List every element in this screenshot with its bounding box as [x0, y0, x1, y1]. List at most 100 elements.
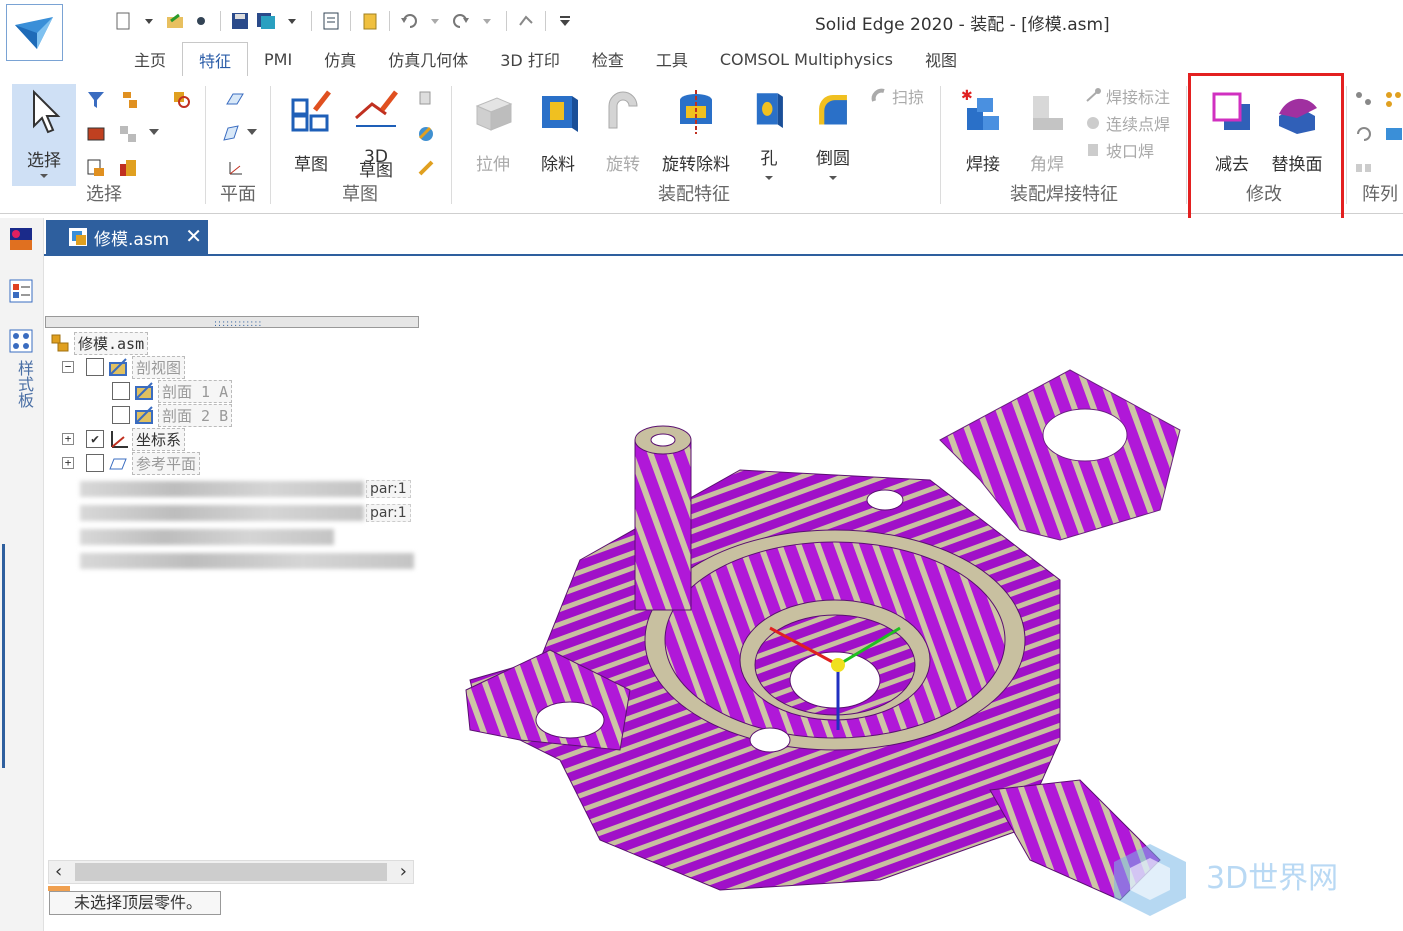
- tab-view[interactable]: 视图: [909, 42, 973, 76]
- tree-part-row[interactable]: par:1: [80, 503, 411, 523]
- coincident-plane-icon[interactable]: [225, 90, 245, 110]
- sketch-3d-button[interactable]: 3D 草图: [343, 84, 409, 180]
- tab-simulation[interactable]: 仿真: [308, 42, 372, 76]
- scroll-left-icon[interactable]: ‹: [55, 861, 62, 882]
- angled-plane-icon[interactable]: [222, 124, 242, 144]
- weld-group-label: 装配焊接特征: [1010, 184, 1118, 205]
- tree-part-row[interactable]: [80, 551, 414, 571]
- zoom-find-icon[interactable]: [172, 90, 192, 110]
- tab-inspect[interactable]: 检查: [576, 42, 640, 76]
- coordinate-system-icon[interactable]: [226, 158, 246, 178]
- dropdown-arrow-icon[interactable]: [279, 9, 305, 33]
- weld-label-button[interactable]: 焊接标注: [1084, 84, 1170, 108]
- copy-sketch-icon[interactable]: [416, 90, 436, 110]
- tree-part-row[interactable]: [80, 527, 334, 547]
- dropdown-arrow-icon[interactable]: [422, 9, 448, 33]
- collapse-icon[interactable]: −: [62, 361, 74, 373]
- properties-icon[interactable]: [318, 9, 344, 33]
- pin-icon[interactable]: [188, 9, 214, 33]
- select-button[interactable]: 选择: [12, 84, 76, 186]
- part-list-icon[interactable]: [6, 278, 36, 306]
- sweep-button[interactable]: 扫掠: [870, 84, 924, 108]
- chevron-down-icon: [829, 175, 837, 180]
- tab-pmi[interactable]: PMI: [248, 42, 308, 76]
- fillet-weld-label: 角焊: [1030, 155, 1064, 175]
- tree-horizontal-scrollbar[interactable]: ‹ ›: [48, 860, 414, 884]
- close-tab-icon[interactable]: ✕: [185, 224, 202, 248]
- hole-button[interactable]: 孔: [736, 84, 802, 180]
- color-palette-icon[interactable]: [6, 226, 36, 254]
- scroll-right-icon[interactable]: ›: [400, 861, 407, 882]
- visibility-checkbox[interactable]: [112, 382, 130, 400]
- visibility-checkbox[interactable]: [112, 406, 130, 424]
- pattern-circular-icon[interactable]: [1354, 124, 1374, 144]
- tree-panel-splitter[interactable]: ::::::::::::: [45, 316, 419, 329]
- visibility-checkbox[interactable]: [86, 358, 104, 376]
- fillet-weld-button[interactable]: 角焊: [1014, 84, 1080, 180]
- tab-3d-print[interactable]: 3D 打印: [484, 42, 576, 76]
- tree-node-section-views[interactable]: − 剖视图: [62, 355, 186, 379]
- extrude-button[interactable]: 拉伸: [460, 84, 526, 180]
- style-panel-tab[interactable]: [2, 544, 38, 768]
- tree-node-section-a[interactable]: 剖面 1 A: [112, 379, 233, 403]
- expand-icon[interactable]: +: [62, 457, 74, 469]
- customize-qat-icon[interactable]: [552, 9, 578, 33]
- groove-weld-button[interactable]: 坡口焊: [1084, 138, 1154, 162]
- chevron-down-icon[interactable]: [148, 128, 160, 138]
- revolve-button[interactable]: 旋转: [590, 84, 656, 180]
- group-select-icon[interactable]: [118, 124, 138, 144]
- revolved-cutout-label: 旋转除料: [662, 155, 730, 175]
- hide-icon[interactable]: [86, 158, 106, 178]
- app-menu-button[interactable]: [6, 4, 63, 61]
- tree-node-coord-sys[interactable]: + ✔ 坐标系: [62, 427, 186, 451]
- mirror-icon[interactable]: [1354, 158, 1374, 178]
- tree-node-section-b[interactable]: 剖面 2 B: [112, 403, 233, 427]
- project-icon[interactable]: [416, 124, 436, 144]
- show-parts-icon[interactable]: [118, 158, 138, 178]
- save-all-icon[interactable]: [253, 9, 279, 33]
- sketch-button[interactable]: 草图: [278, 84, 344, 180]
- round-button[interactable]: 倒圆: [800, 84, 866, 180]
- revolve-label: 旋转: [606, 155, 640, 175]
- dropdown-arrow-icon[interactable]: [136, 9, 162, 33]
- chevron-down-icon[interactable]: [246, 128, 258, 138]
- visibility-checkbox[interactable]: ✔: [86, 430, 104, 448]
- box-select-icon[interactable]: [86, 124, 106, 144]
- repeat-icon[interactable]: [513, 9, 539, 33]
- dropdown-arrow-icon[interactable]: [474, 9, 500, 33]
- hole-icon: [756, 93, 783, 129]
- scroll-thumb[interactable]: [75, 863, 387, 881]
- tab-comsol[interactable]: COMSOL Multiphysics: [704, 42, 909, 76]
- tab-features[interactable]: 特征: [182, 42, 249, 76]
- save-icon[interactable]: [227, 9, 253, 33]
- open-file-icon[interactable]: [162, 9, 188, 33]
- cutout-button[interactable]: 除料: [525, 84, 591, 180]
- undo-icon[interactable]: [396, 9, 422, 33]
- draw-pencil-icon[interactable]: [416, 158, 436, 178]
- tab-tools[interactable]: 工具: [640, 42, 704, 76]
- pattern-icon[interactable]: [1354, 90, 1374, 110]
- plane-group-label: 平面: [220, 184, 256, 205]
- tree-node-ref-planes[interactable]: + 参考平面: [62, 451, 201, 475]
- document-tab[interactable]: 修模.asm ✕: [46, 220, 208, 254]
- tab-simulation-geometry[interactable]: 仿真几何体: [372, 42, 484, 76]
- tree-root[interactable]: 修模.asm: [50, 331, 149, 355]
- assembly-tree-icon[interactable]: [120, 90, 140, 110]
- tab-home[interactable]: 主页: [118, 42, 182, 76]
- expand-icon[interactable]: +: [62, 433, 74, 445]
- visibility-checkbox[interactable]: [86, 454, 104, 472]
- filter-icon[interactable]: [86, 90, 106, 110]
- redo-icon[interactable]: [448, 9, 474, 33]
- new-file-icon[interactable]: [110, 9, 136, 33]
- pattern-table-icon[interactable]: [1384, 124, 1403, 144]
- document-tab-bar: 修模.asm ✕: [44, 218, 1403, 256]
- clipboard-icon[interactable]: [357, 9, 383, 33]
- revolved-cutout-button[interactable]: 旋转除料: [660, 84, 732, 180]
- section-a-label: 剖面 1 A: [158, 379, 233, 403]
- tree-part-row[interactable]: par:1: [80, 479, 411, 499]
- 3d-model-view[interactable]: [460, 360, 1200, 920]
- stitch-weld-button[interactable]: 连续点焊: [1084, 111, 1170, 135]
- weld-button[interactable]: ✱ 焊接: [950, 84, 1016, 180]
- style-panel-icon[interactable]: [6, 328, 36, 356]
- pattern-rect-icon[interactable]: [1384, 90, 1403, 110]
